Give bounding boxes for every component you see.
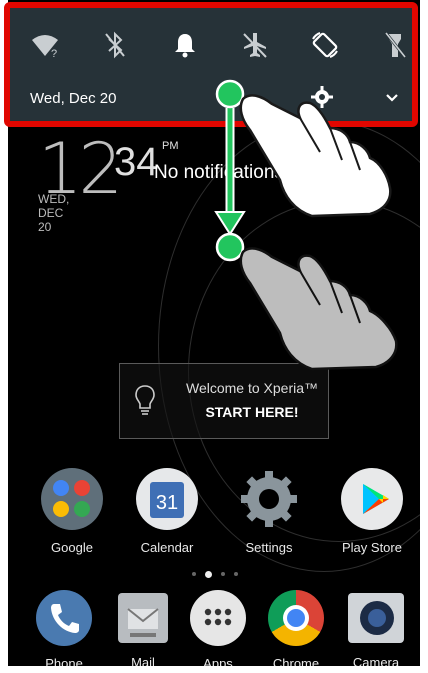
hand-pointer-icon-top: [239, 94, 392, 218]
swipe-gesture-overlay: [214, 79, 398, 371]
touch-end-dot: [215, 232, 245, 262]
touch-start-dot: [215, 79, 245, 109]
hand-pointer-icon-bottom: [239, 247, 398, 371]
swipe-arrow-head: [214, 211, 246, 236]
